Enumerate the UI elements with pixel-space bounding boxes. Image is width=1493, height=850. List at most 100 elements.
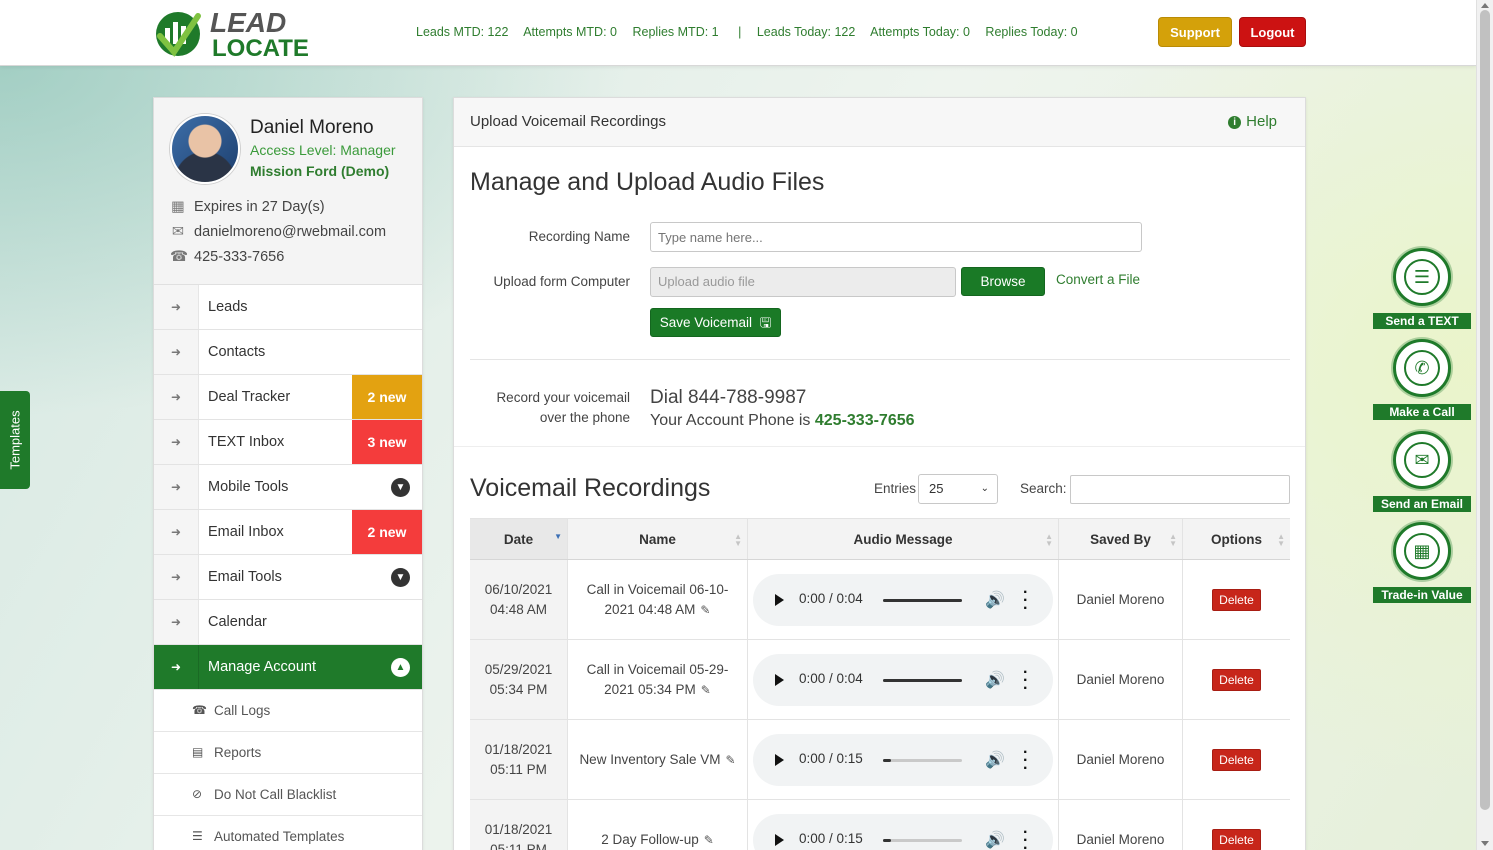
- send-email-action[interactable]: ✉ Send an Email: [1373, 431, 1471, 512]
- column-header-label: Saved By: [1090, 532, 1151, 547]
- audio-progress-track[interactable]: [883, 758, 962, 762]
- support-button[interactable]: Support: [1158, 17, 1232, 47]
- volume-icon[interactable]: 🔊: [985, 750, 1005, 770]
- trade-in-value-action[interactable]: ▦ Trade-in Value: [1373, 522, 1471, 603]
- scroll-down-arrow-icon[interactable]: [1481, 841, 1489, 846]
- play-icon[interactable]: [775, 833, 784, 846]
- chevron-down-icon[interactable]: ▼: [391, 568, 410, 587]
- date-text: 06/10/2021: [484, 581, 553, 597]
- audio-progress-fill: [883, 758, 891, 762]
- sidebar-item-mobile-tools[interactable]: ➜ Mobile Tools ▼: [154, 465, 422, 510]
- delete-button[interactable]: Delete: [1212, 588, 1261, 611]
- edit-icon[interactable]: ✎: [700, 600, 710, 620]
- page-scrollbar[interactable]: [1476, 0, 1493, 850]
- sidebar-item-text-inbox[interactable]: ➜ TEXT Inbox 3 new: [154, 420, 422, 465]
- scroll-up-arrow-icon[interactable]: [1481, 3, 1489, 8]
- column-header-options[interactable]: Options ▲ ▼: [1183, 519, 1290, 559]
- more-options-icon[interactable]: · · ·: [1023, 584, 1028, 616]
- audio-player[interactable]: 0:00 / 0:04 🔊 · · ·: [753, 573, 1053, 626]
- table-row: 06/10/2021 04:48 AM Call in Voicemail 06-…: [470, 560, 1290, 640]
- section-divider: [454, 446, 1305, 447]
- table-header: Date ▼ Name ▲ ▼ Audio Message ▲ ▼ Saved By…: [470, 518, 1290, 560]
- panel-header: Upload Voicemail Recordings i Help: [454, 98, 1305, 147]
- column-header-audio[interactable]: Audio Message ▲ ▼: [748, 519, 1059, 559]
- recording-name-input[interactable]: [650, 222, 1142, 252]
- sign-in-icon: ➜: [154, 600, 199, 644]
- column-header-name[interactable]: Name ▲ ▼: [568, 519, 748, 559]
- column-header-date[interactable]: Date ▼: [470, 519, 568, 559]
- chevron-down-icon[interactable]: ▼: [391, 478, 410, 497]
- audio-progress-track[interactable]: [883, 598, 962, 602]
- calendar-icon: ▦: [171, 199, 185, 215]
- phone-icon: ☎: [170, 249, 189, 265]
- more-options-icon[interactable]: · · ·: [1023, 664, 1028, 696]
- volume-icon[interactable]: 🔊: [985, 590, 1005, 610]
- recording-name-text: 2021 04:48 AM: [604, 601, 696, 617]
- play-icon[interactable]: [775, 593, 784, 606]
- edit-icon[interactable]: ✎: [701, 680, 711, 700]
- save-voicemail-button[interactable]: Save Voicemail 🖫: [650, 308, 781, 337]
- upload-label: Upload form Computer: [493, 274, 630, 289]
- audio-progress-track[interactable]: [883, 838, 962, 842]
- entries-select[interactable]: 25 ⌄: [918, 474, 998, 504]
- play-icon[interactable]: [775, 753, 784, 766]
- recording-name-text: Call in Voicemail 05-29-: [586, 661, 729, 677]
- audio-player[interactable]: 0:00 / 0:15 🔊 · · ·: [753, 733, 1053, 786]
- send-text-action[interactable]: ☰ Send a TEXT: [1373, 248, 1471, 329]
- sidebar-subitem-call-logs[interactable]: ☎ Call Logs: [154, 690, 422, 732]
- edit-icon[interactable]: ✎: [726, 750, 736, 770]
- sidebar-item-email-tools[interactable]: ➜ Email Tools ▼: [154, 555, 422, 600]
- cell-date: 01/18/2021 05:11 PM: [470, 720, 568, 799]
- more-options-icon[interactable]: · · ·: [1023, 744, 1028, 776]
- save-floppy-icon: 🖫: [759, 315, 772, 330]
- search-input[interactable]: [1070, 475, 1290, 504]
- play-icon[interactable]: [775, 673, 784, 686]
- lead-locate-logo[interactable]: LEAD LOCATE: [152, 6, 322, 60]
- volume-icon[interactable]: 🔊: [985, 670, 1005, 690]
- sidebar-item-leads[interactable]: ➜ Leads: [154, 285, 422, 330]
- sidebar-subitem-automated-templates[interactable]: ☰ Automated Templates: [154, 816, 422, 850]
- form-divider: [470, 359, 1290, 360]
- edit-icon[interactable]: ✎: [704, 830, 714, 850]
- sidebar-item-calendar[interactable]: ➜ Calendar: [154, 600, 422, 645]
- delete-button[interactable]: Delete: [1212, 828, 1261, 850]
- record-phone-label-line2: over the phone: [539, 410, 630, 425]
- delete-button[interactable]: Delete: [1212, 748, 1261, 771]
- volume-icon[interactable]: 🔊: [985, 830, 1005, 850]
- recording-name-label: Recording Name: [528, 229, 630, 244]
- upload-file-field[interactable]: Upload audio file: [650, 267, 956, 297]
- sidebar-subitem-do-not-call[interactable]: ⊘ Do Not Call Blacklist: [154, 774, 422, 816]
- templates-tab[interactable]: Templates: [0, 391, 30, 489]
- scroll-thumb[interactable]: [1480, 10, 1490, 810]
- make-call-action[interactable]: ✆ Make a Call: [1373, 339, 1471, 420]
- stat-replies-mtd: Replies MTD: 1: [632, 25, 719, 39]
- audio-player[interactable]: 0:00 / 0:15 🔊 · · ·: [753, 813, 1053, 850]
- audio-time: 0:00 / 0:15: [799, 830, 863, 846]
- audio-progress-track[interactable]: [883, 678, 962, 682]
- help-link[interactable]: i Help: [1228, 113, 1277, 130]
- action-label: Send an Email: [1373, 496, 1471, 512]
- sidebar-item-manage-account[interactable]: ➜ Manage Account ▲: [154, 645, 422, 690]
- convert-file-link[interactable]: Convert a File: [1056, 272, 1140, 287]
- sidebar-subitem-reports[interactable]: ▤ Reports: [154, 732, 422, 774]
- cell-audio: 0:00 / 0:15 🔊 · · ·: [748, 800, 1059, 850]
- delete-button[interactable]: Delete: [1212, 668, 1261, 691]
- record-phone-label-line1: Record your voicemail: [496, 390, 630, 405]
- sidebar-item-contacts[interactable]: ➜ Contacts: [154, 330, 422, 375]
- cell-date: 01/18/2021 05:11 PM: [470, 800, 568, 850]
- sidebar-item-email-inbox[interactable]: ➜ Email Inbox 2 new: [154, 510, 422, 555]
- logout-button[interactable]: Logout: [1239, 17, 1306, 47]
- audio-player[interactable]: 0:00 / 0:04 🔊 · · ·: [753, 653, 1053, 706]
- column-header-saved-by[interactable]: Saved By ▲ ▼: [1059, 519, 1183, 559]
- more-options-icon[interactable]: · · ·: [1023, 824, 1028, 850]
- audio-progress-fill: [883, 678, 962, 682]
- entries-value: 25: [929, 481, 944, 496]
- browse-button[interactable]: Browse: [961, 267, 1045, 296]
- stat-separator: |: [738, 25, 742, 39]
- sidebar-item-label: TEXT Inbox: [208, 434, 285, 450]
- sidebar-item-deal-tracker[interactable]: ➜ Deal Tracker 2 new: [154, 375, 422, 420]
- sort-icon: ▲ ▼: [734, 532, 742, 548]
- chevron-up-icon[interactable]: ▲: [391, 658, 410, 677]
- sidebar-item-label: Email Inbox: [208, 524, 284, 540]
- sidebar-item-label: Mobile Tools: [208, 479, 289, 495]
